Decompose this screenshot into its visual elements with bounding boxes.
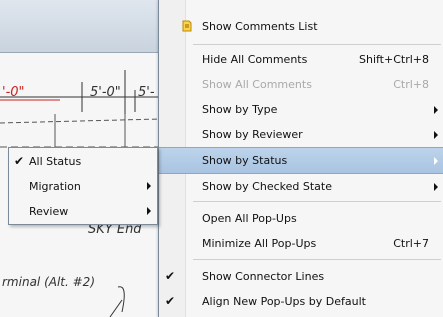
menu-item-show-comments-list[interactable]: Show Comments List <box>159 14 443 39</box>
check-icon: ✔ <box>165 294 176 308</box>
toolbar-strip <box>0 0 160 53</box>
menu-item-label: Align New Pop-Ups by Default <box>202 295 366 308</box>
submenu-item-all-status[interactable]: ✔ All Status <box>9 149 157 174</box>
submenu-item-label: All Status <box>29 155 82 168</box>
submenu-item-label: Review <box>29 205 69 218</box>
menu-item-label: Show by Reviewer <box>202 128 303 141</box>
menu-item-label: Show by Type <box>202 103 278 116</box>
leader-line <box>109 299 123 317</box>
menu-item-label: Show All Comments <box>202 78 312 91</box>
menu-item-show-connector-lines[interactable]: ✔ Show Connector Lines <box>159 264 443 289</box>
menu-separator <box>193 44 441 45</box>
menu-item-label: Show Connector Lines <box>202 270 325 283</box>
menu-item-shortcut: Shift+Ctrl+8 <box>358 53 429 66</box>
status-submenu: ✔ All Status Migration Review <box>8 147 158 225</box>
menu-item-label: Minimize All Pop-Ups <box>202 237 317 250</box>
menu-item-align-new-popups[interactable]: ✔ Align New Pop-Ups by Default <box>159 289 443 314</box>
dim-text: 5'- <box>138 85 155 100</box>
dim-text: '-0" <box>2 85 25 100</box>
submenu-arrow-icon <box>434 183 438 191</box>
submenu-item-review[interactable]: Review <box>9 199 157 224</box>
menu-separator <box>193 201 441 202</box>
submenu-item-label: Migration <box>29 180 81 193</box>
menu-item-shortcut: Ctrl+7 <box>393 237 429 250</box>
menu-item-show-all-comments[interactable]: Show All Comments Ctrl+8 <box>159 72 443 97</box>
submenu-arrow-icon <box>434 106 438 114</box>
leader-curve <box>117 286 125 313</box>
dashed-line <box>0 118 160 124</box>
menu-item-minimize-all-popups[interactable]: Minimize All Pop-Ups Ctrl+7 <box>159 231 443 256</box>
menu-item-label: Hide All Comments <box>202 53 308 66</box>
check-icon: ✔ <box>14 154 25 168</box>
menu-item-label: Show Comments List <box>202 20 318 33</box>
comments-context-menu: Show Comments List Hide All Comments Shi… <box>158 0 443 317</box>
menu-separator <box>193 259 441 260</box>
menu-item-show-by-type[interactable]: Show by Type <box>159 97 443 122</box>
comments-list-icon <box>182 20 192 32</box>
menu-item-show-by-reviewer[interactable]: Show by Reviewer <box>159 122 443 147</box>
submenu-arrow-icon <box>434 131 438 139</box>
check-icon: ✔ <box>165 269 176 283</box>
menu-item-label: Show by Checked State <box>202 180 332 193</box>
menu-item-label: Show by Status <box>202 154 288 167</box>
submenu-arrow-icon <box>147 207 151 215</box>
menu-item-show-by-status[interactable]: Show by Status <box>159 147 443 174</box>
menu-item-hide-all-comments[interactable]: Hide All Comments Shift+Ctrl+8 <box>159 47 443 72</box>
menu-item-open-all-popups[interactable]: Open All Pop-Ups <box>159 206 443 231</box>
submenu-arrow-icon <box>147 182 151 190</box>
menu-item-show-by-checked-state[interactable]: Show by Checked State <box>159 174 443 199</box>
menu-item-label: Open All Pop-Ups <box>202 212 297 225</box>
submenu-arrow-icon <box>434 157 438 165</box>
submenu-item-migration[interactable]: Migration <box>9 174 157 199</box>
drawing-label: rminal (Alt. #2) <box>2 275 95 289</box>
menu-item-shortcut: Ctrl+8 <box>393 78 429 91</box>
dim-text: 5'-0" <box>90 85 121 100</box>
